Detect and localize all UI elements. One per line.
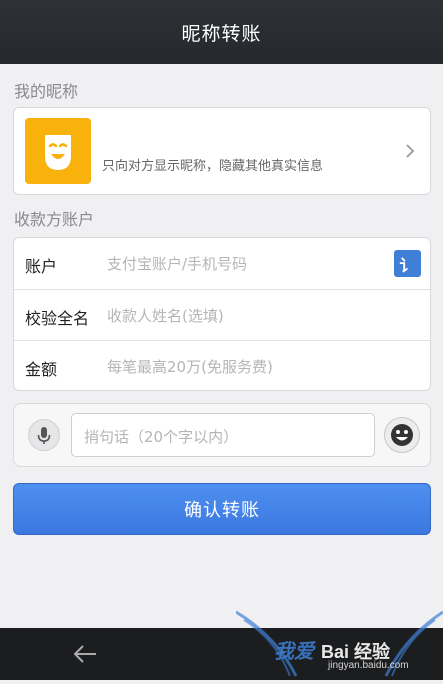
fullname-row[interactable]: 校验全名 收款人姓名(选填)	[14, 289, 430, 340]
amount-row[interactable]: 金额 每笔最高20万(免服务费)	[14, 340, 430, 391]
amount-label: 金额	[25, 360, 58, 379]
account-label: 账户	[25, 257, 58, 276]
emoji-icon[interactable]	[384, 417, 420, 453]
account-input[interactable]: 支付宝账户/手机号码	[107, 253, 377, 274]
title-bar: 昵称转账	[0, 0, 443, 64]
confirm-transfer-button[interactable]: 确认转账	[13, 483, 431, 535]
back-arrow-icon[interactable]	[70, 640, 100, 668]
watermark-url: jingyan.baidu.com	[328, 660, 409, 671]
fullname-label: 校验全名	[25, 309, 90, 328]
fullname-input[interactable]: 收款人姓名(选填)	[107, 305, 377, 326]
chevron-right-icon	[406, 144, 415, 158]
message-bar: 捎句话（20个字以内）	[13, 403, 431, 467]
nickname-section-label: 我的昵称	[14, 82, 79, 101]
account-card: 账户 支付宝账户/手机号码 讠 校验全名 收款人姓名(选填) 金额 每笔最高20…	[13, 237, 431, 391]
contacts-icon[interactable]: 讠	[394, 250, 421, 277]
account-row[interactable]: 账户 支付宝账户/手机号码 讠	[14, 238, 430, 289]
mask-avatar-icon	[25, 118, 91, 184]
nickname-card[interactable]: 只向对方显示昵称，隐藏其他真实信息	[13, 107, 431, 195]
nickname-hint: 只向对方显示昵称，隐藏其他真实信息	[102, 159, 324, 174]
amount-input[interactable]: 每笔最高20万(免服务费)	[107, 356, 377, 377]
account-section-label: 收款方账户	[14, 210, 95, 229]
message-placeholder: 捎句话（20个字以内）	[84, 428, 239, 446]
microphone-icon[interactable]	[28, 419, 60, 451]
message-input[interactable]: 捎句话（20个字以内）	[71, 413, 375, 457]
watermark: 我爱 Bai 经验 jingyan.baidu.com	[235, 606, 443, 680]
page-title: 昵称转账	[181, 22, 262, 45]
watermark-cn: 我爱	[274, 639, 314, 663]
